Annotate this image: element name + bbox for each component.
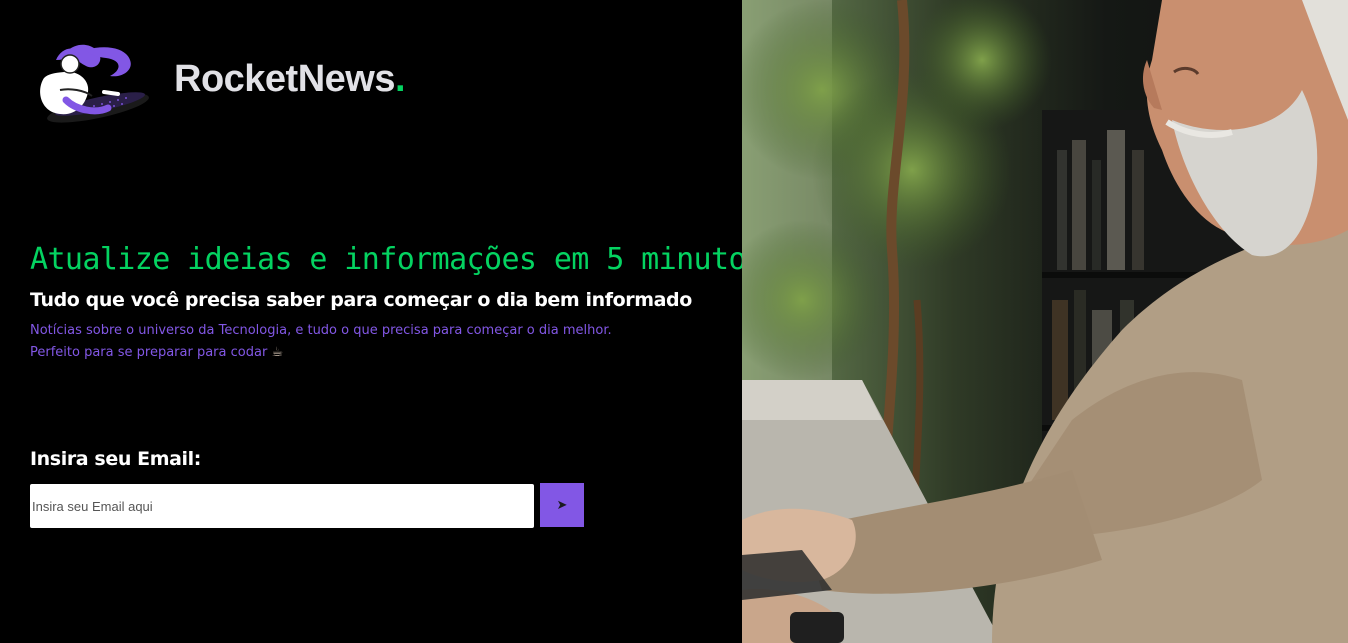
page-headline: Atualize ideias e informações em 5 minut… xyxy=(30,242,781,277)
coffee-cup-icon: ☕ xyxy=(271,345,284,360)
logo-illustration-icon xyxy=(40,44,149,123)
brand-title: RocketNews. xyxy=(174,58,406,101)
description-line-1: Notícias sobre o universo da Tecnologia,… xyxy=(30,323,612,338)
description-line-2: Perfeito para se preparar para codar ☕ xyxy=(30,342,612,364)
brand-name: RocketNews xyxy=(174,58,395,100)
left-panel: RocketNews. Atualize ideias e informaçõe… xyxy=(0,0,781,643)
email-input[interactable] xyxy=(30,484,534,528)
man-typing-photo-icon xyxy=(742,0,1348,643)
email-label: Insira seu Email: xyxy=(30,448,201,470)
brand-dot: . xyxy=(394,58,406,100)
description-line-2-text: Perfeito para se preparar para codar xyxy=(30,345,268,360)
hero-photo xyxy=(742,0,1348,643)
page-description: Notícias sobre o universo da Tecnologia,… xyxy=(30,320,612,364)
submit-button[interactable]: ➤ xyxy=(540,483,584,527)
page-subheadline: Tudo que você precisa saber para começar… xyxy=(30,289,692,311)
send-arrow-icon: ➤ xyxy=(556,497,568,512)
